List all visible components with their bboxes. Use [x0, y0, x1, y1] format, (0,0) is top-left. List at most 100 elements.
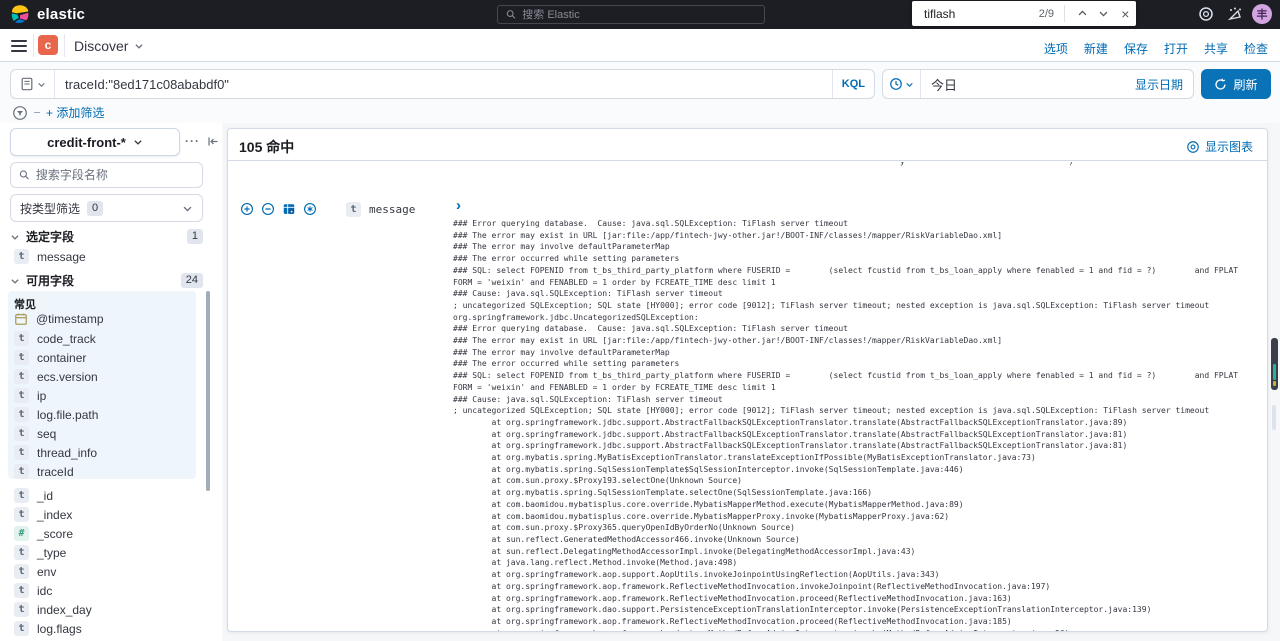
field-type-icon: t [14, 464, 29, 479]
sidebar-scrollbar[interactable] [206, 291, 210, 491]
show-chart-button[interactable]: 显示图表 [1186, 138, 1253, 155]
results-panel: 105 命中 显示图表 y ) t message [227, 128, 1268, 632]
eye-icon [1187, 140, 1199, 153]
time-quick-select-button[interactable] [883, 70, 921, 98]
space-badge[interactable]: c [38, 35, 58, 55]
filter-by-type-label: 按类型筛选 [20, 201, 81, 216]
field-item-seq[interactable]: t seq [14, 426, 56, 441]
elastic-logo[interactable]: elastic [10, 4, 85, 24]
field-item-timestamp[interactable]: @timestamp [14, 312, 104, 326]
available-fields-count: 24 [180, 273, 203, 288]
filter-row: + 添加筛选 [12, 104, 104, 121]
index-pattern-label: credit-front-* [47, 134, 126, 150]
field-item-type[interactable]: t _type [14, 545, 66, 560]
clipped-previous-line: y ) [900, 162, 1073, 168]
browser-find-bar[interactable]: tiflash 2/9 × [912, 1, 1136, 26]
field-item-log-file-path[interactable]: t log.file.path [14, 407, 98, 422]
search-icon [19, 170, 29, 180]
chevron-down-icon [906, 82, 913, 87]
filter-for-icon[interactable] [240, 202, 254, 216]
selected-fields-header[interactable]: 选定字段 1 [10, 228, 203, 245]
common-fields-label: 常见 [14, 299, 36, 311]
field-type-icon: t [14, 602, 29, 617]
field-item-container[interactable]: t container [14, 350, 86, 365]
find-query[interactable]: tiflash [912, 7, 1020, 21]
brand-text: elastic [37, 5, 86, 23]
find-close-button[interactable]: × [1115, 3, 1136, 25]
document-area: y ) t message › ### Error querying datab… [228, 162, 1267, 631]
field-type-icon: t [14, 426, 29, 441]
field-search[interactable] [10, 162, 203, 188]
field-item-index[interactable]: t _index [14, 507, 72, 522]
inspect-button[interactable]: 检查 [1244, 40, 1268, 57]
show-dates-button[interactable]: 显示日期 [1135, 76, 1193, 93]
field-item-env[interactable]: t env [14, 564, 56, 579]
field-item-code-track[interactable]: t code_track [14, 331, 96, 346]
filter-by-type-button[interactable]: 按类型筛选 0 [10, 194, 203, 222]
add-filter-button[interactable]: + 添加筛选 [46, 104, 104, 121]
field-type-icon: t [14, 369, 29, 384]
hits-count: 105 命中 [239, 139, 295, 155]
refresh-button[interactable]: 刷新 [1201, 69, 1271, 99]
expand-document-icon[interactable]: › [456, 198, 461, 213]
toggle-column-icon[interactable] [282, 202, 296, 216]
global-search[interactable] [497, 5, 765, 24]
open-button[interactable]: 打开 [1164, 40, 1188, 57]
field-item-message[interactable]: t message [14, 249, 86, 264]
query-language-button[interactable]: KQL [831, 70, 874, 98]
field-search-input[interactable] [35, 168, 194, 182]
bar-separator [33, 34, 34, 57]
main-scrollbar-track[interactable] [1272, 405, 1276, 430]
new-button[interactable]: 新建 [1084, 40, 1108, 57]
collapse-sidebar-icon[interactable] [207, 135, 220, 148]
field-item-ecs-version[interactable]: t ecs.version [14, 369, 98, 384]
field-item-log-flags[interactable]: t log.flags [14, 621, 82, 636]
field-type-icon: t [14, 388, 29, 403]
show-chart-label: 显示图表 [1204, 140, 1253, 154]
saved-query-menu-button[interactable] [11, 70, 55, 98]
chevron-down-icon [11, 278, 19, 284]
index-pattern-options-icon[interactable]: ··· [185, 134, 200, 148]
field-item-score[interactable]: # _score [14, 526, 73, 541]
breadcrumb-app-title[interactable]: Discover [74, 38, 144, 54]
share-button[interactable]: 共享 [1204, 40, 1228, 57]
field-item-ip[interactable]: t ip [14, 388, 46, 403]
field-type-icon: t [14, 331, 29, 346]
results-header: 105 命中 显示图表 [228, 129, 1267, 161]
filter-by-type-count-badge: 0 [87, 200, 104, 216]
query-input[interactable] [55, 76, 832, 92]
newsfeed-icon[interactable] [1227, 6, 1243, 22]
time-range-value[interactable]: 今日 [921, 75, 1135, 94]
field-item-index-day[interactable]: t index_day [14, 602, 92, 617]
scrollbar-match-mark [1273, 364, 1276, 380]
filter-exists-icon[interactable] [303, 202, 317, 216]
filter-out-icon[interactable] [261, 202, 275, 216]
log-message-content[interactable]: ### Error querying database. Cause: java… [453, 218, 1255, 631]
save-button[interactable]: 保存 [1124, 40, 1148, 57]
field-type-icon: # [14, 526, 29, 541]
global-search-input[interactable] [522, 8, 756, 21]
calendar-icon [15, 313, 27, 325]
available-fields-header[interactable]: 可用字段 24 [10, 272, 203, 289]
menu-icon[interactable] [11, 40, 27, 52]
field-item-traceid[interactable]: t traceId [14, 464, 74, 479]
filter-funnel-icon[interactable] [12, 105, 28, 121]
refresh-label: 刷新 [1233, 77, 1258, 92]
query-bar: KQL [10, 69, 875, 99]
field-item-id[interactable]: t _id [14, 488, 53, 503]
user-avatar[interactable]: 丰 [1252, 4, 1272, 24]
refresh-icon [1215, 77, 1227, 90]
find-next-button[interactable] [1093, 3, 1114, 25]
find-prev-button[interactable] [1072, 3, 1093, 25]
options-button[interactable]: 选项 [1044, 40, 1068, 57]
search-icon [506, 10, 516, 19]
available-fields-label: 可用字段 [26, 274, 75, 288]
field-item-thread-info[interactable]: t thread_info [14, 445, 97, 460]
field-item-idc[interactable]: t idc [14, 583, 52, 598]
chevron-down-icon [135, 44, 144, 49]
field-type-icon: t [14, 545, 29, 560]
selected-fields-label: 选定字段 [26, 230, 75, 244]
chevron-down-icon [11, 234, 19, 240]
help-icon[interactable] [1198, 6, 1214, 22]
index-pattern-select[interactable]: credit-front-* [10, 128, 180, 156]
